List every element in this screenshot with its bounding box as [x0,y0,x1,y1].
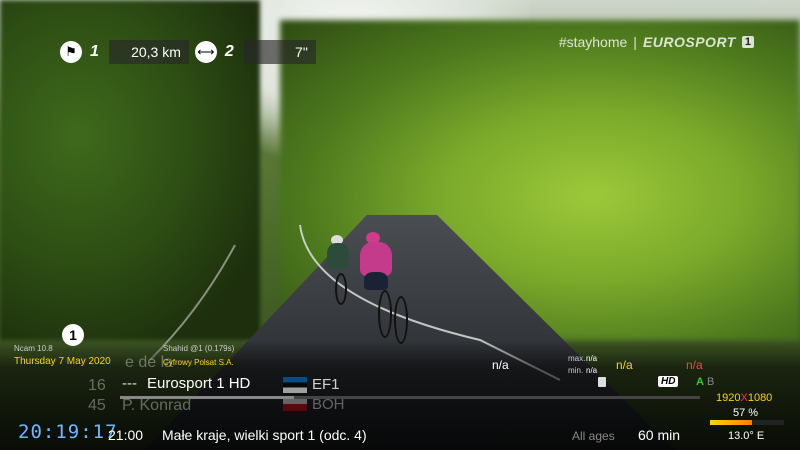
eurosport-number: 1 [741,36,754,48]
min-value: n/a [586,366,598,375]
max-value: n/a [586,354,598,363]
race-gap-overlay: ⚑ 1 20,3 km ⟷ 2 7" [60,40,316,64]
team-flag-icon [283,377,307,393]
eurosport-wordmark: EUROSPORT [642,34,736,50]
ghost-leaderboard-rank-2: 45 [88,397,106,414]
hd-badge: HD [658,376,679,387]
max-label: max. [568,354,586,363]
gap-arrows-icon: ⟷ [194,41,217,63]
programme-start-time: 21:00 [108,427,144,443]
programme-progress-fill [120,396,294,399]
resolution-x: X [740,392,748,404]
distance-to-finish: 20,3 km [108,40,189,64]
na-value-1: n/a [492,358,509,372]
sd-card-icon [598,377,606,387]
video-resolution: 1920X1080 [716,392,772,404]
current-date: Thursday 7 May 2020 [14,356,111,367]
clock: 20:19:17 [18,421,118,443]
na-value-2: n/a [616,358,633,372]
resolution-width: 1920 [716,392,741,404]
signal-meter [710,420,784,425]
channel-dash: --- [122,375,137,392]
min-label: min. [568,366,584,375]
provider-name: Cyfrowy Polsat S.A. [163,358,234,367]
hashtag: #stayhome [558,34,628,50]
audio-track-b: B [707,376,715,388]
ncam-info: Ncam 10.8 [14,344,53,353]
time-gap: 7" [243,40,316,64]
satellite-position: 13.0° E [728,430,765,442]
logo-separator: | [633,34,637,50]
programme-title: Małe kraje, wielki sport 1 (odc. 4) [162,427,367,443]
audio-tracks: A B [696,376,714,388]
signal-percent: 57 % [733,407,759,419]
checkered-flag-icon: ⚑ [60,41,82,63]
programme-duration: 60 min [638,427,681,443]
group-1-label: 1 [90,43,99,60]
age-rating: All ages [572,429,615,443]
team-flag-icon [283,397,307,411]
channel-name: --- Eurosport 1 HD [122,375,250,392]
ghost-leaderboard-rank-1: 16 [88,377,106,394]
signal-meter-mask [752,420,784,425]
group-2-label: 2 [224,43,234,60]
team-label-ef: EF1 [312,376,340,393]
audio-track-a: A [696,376,704,388]
ghost-leaderboard-name-2: P. Konrad [122,397,192,414]
ecm-info: Shahid @1 (0.179s) [163,344,235,353]
channel-logo: #stayhome | EUROSPORT 1 [559,34,754,50]
programme-progress-bar [120,396,700,399]
na-value-3: n/a [686,358,703,372]
resolution-height: 1080 [747,392,773,404]
channel-number-badge: 1 [62,324,84,346]
channel-title: Eurosport 1 HD [147,375,251,392]
